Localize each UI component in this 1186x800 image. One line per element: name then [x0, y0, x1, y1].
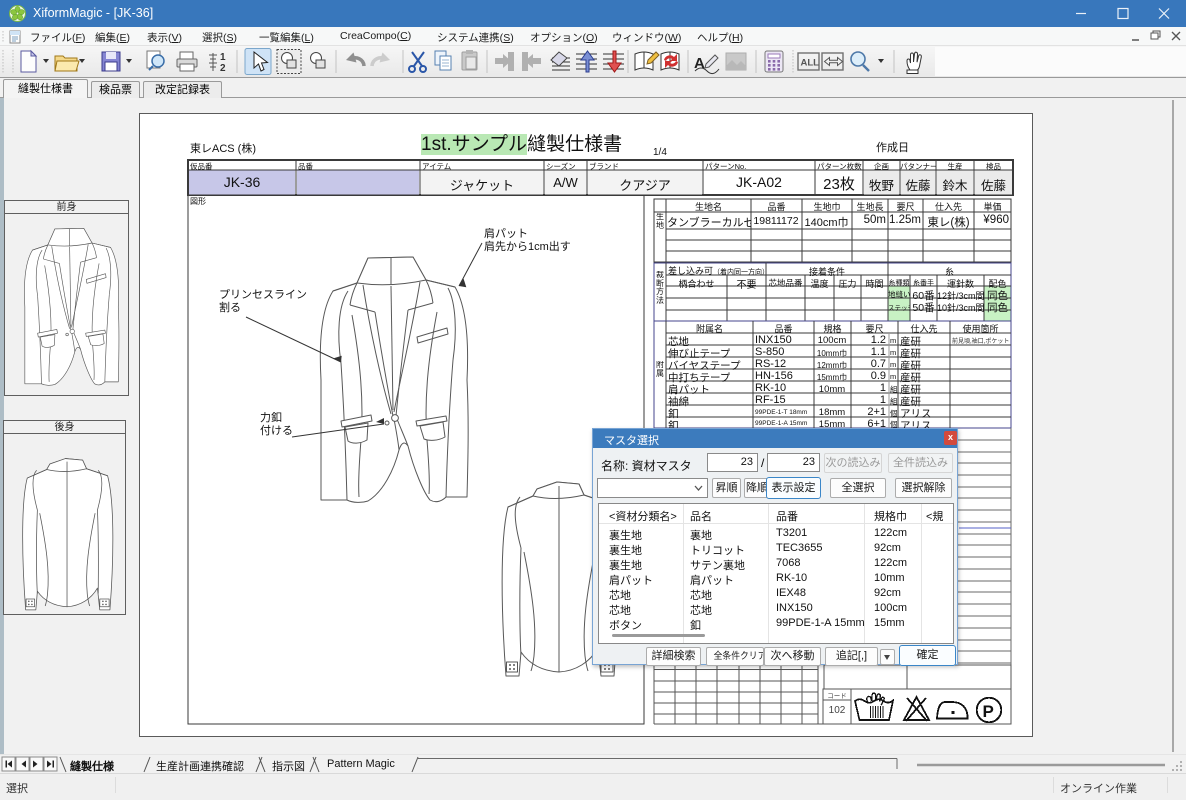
svg-text:A: A: [694, 55, 705, 72]
svg-text:P: P: [983, 702, 994, 721]
svg-text:1: 1: [220, 52, 226, 63]
svg-text:ALL: ALL: [801, 58, 820, 69]
svg-text:2: 2: [220, 63, 226, 74]
